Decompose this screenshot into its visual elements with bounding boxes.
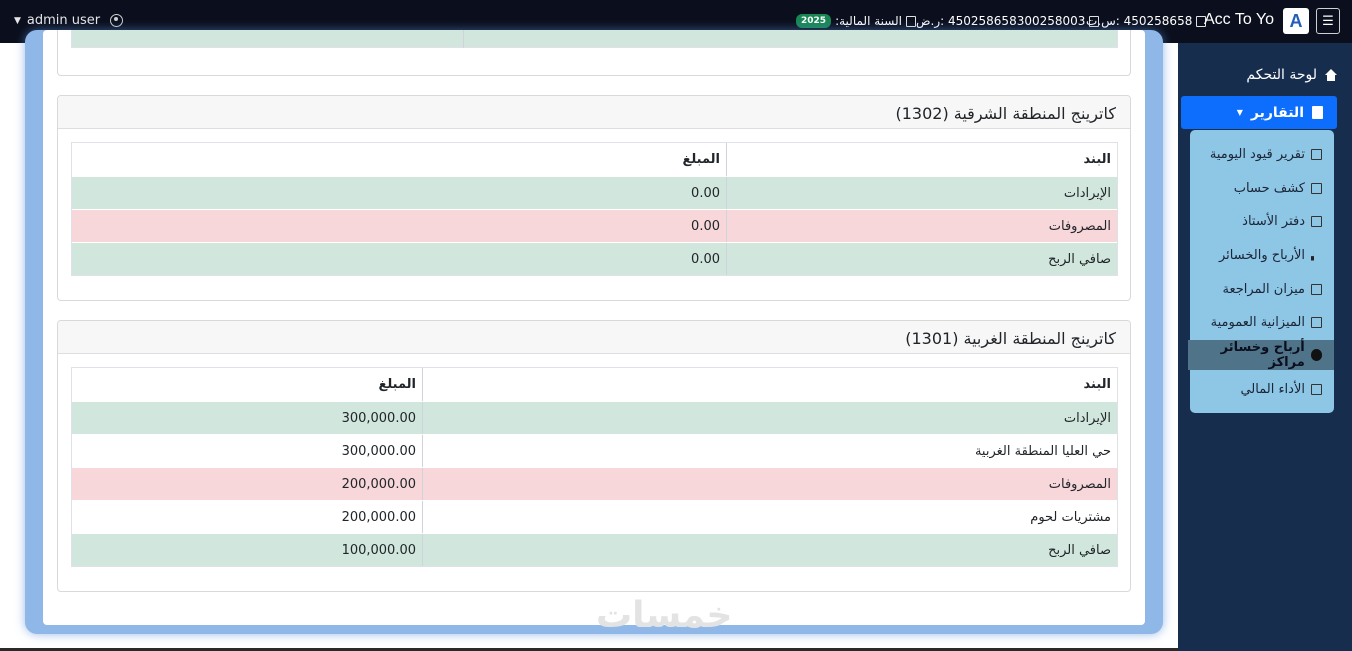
app-logo[interactable]: A <box>1283 8 1309 34</box>
commercial-register-info: 450258658300258003 :ر.ض <box>916 14 1100 28</box>
submenu-item-label: ميزان المراجعة <box>1222 281 1305 297</box>
sidebar-item-dashboard[interactable]: لوحة التحكم <box>1246 67 1337 83</box>
row-amount: 100,000.00 <box>341 542 416 558</box>
table-header-row: البند المبلغ <box>72 368 1117 401</box>
row-item: صافي الربح <box>422 534 1117 566</box>
user-menu[interactable]: ▼ admin user <box>14 13 124 28</box>
table-header-row: البند المبلغ <box>72 143 1117 176</box>
submenu-item-label: الأرباح والخسائر <box>1219 247 1305 263</box>
home-icon <box>1325 69 1337 81</box>
column-header-amount: المبلغ <box>378 377 416 392</box>
fiscal-year-info: السنة المالية: 2025 <box>796 14 916 28</box>
row-amount: 0.00 <box>691 185 720 201</box>
row-item: المصروفات <box>422 468 1117 500</box>
table-row: صافي الربح 0.00 <box>72 242 1117 275</box>
row-amount: 200,000.00 <box>341 476 416 492</box>
sidebar: لوحة التحكم التقارير ▼ تقرير قيود اليومي… <box>1178 43 1352 651</box>
commercial-register: 450258658300258003 :ر.ض <box>916 14 1086 28</box>
card-title: كاترينج المنطقة الغربية (1301) <box>58 321 1130 354</box>
column-header-item: البند <box>422 368 1117 401</box>
table-row: الإيرادات 300,000.00 <box>72 401 1117 434</box>
row-amount: 200,000.00 <box>341 509 416 525</box>
row-item: الإيرادات <box>726 177 1117 209</box>
column-header-amount: المبلغ <box>682 152 720 167</box>
table-row: حي العليا المنطقة الغربية 300,000.00 <box>72 434 1117 467</box>
building-icon <box>1089 15 1100 27</box>
cost-center-card-west: كاترينج المنطقة الغربية (1301) البند الم… <box>57 320 1131 592</box>
submenu-item-cost-center-profit-loss[interactable]: أرباح وخسائر مراكز <box>1188 340 1334 370</box>
file-chart-icon <box>1312 106 1323 119</box>
submenu-item-balance-sheet[interactable]: الميزانية العمومية <box>1190 307 1334 337</box>
clipboard-chart-icon <box>1311 316 1322 328</box>
table-row: المصروفات 0.00 <box>72 209 1117 242</box>
bar-chart-icon <box>1311 249 1315 261</box>
row-amount: 0.00 <box>691 251 720 267</box>
line-chart-icon <box>1311 383 1322 395</box>
sidebar-item-reports[interactable]: التقارير ▼ <box>1181 96 1337 129</box>
previous-card-fragment <box>57 30 1131 76</box>
submenu-item-journal-report[interactable]: تقرير قيود اليومية <box>1190 139 1334 169</box>
fiscal-year-label: السنة المالية: <box>835 14 902 28</box>
submenu-item-account-statement[interactable]: كشف حساب <box>1190 173 1334 203</box>
reports-submenu: تقرير قيود اليومية كشف حساب دفتر الأستاذ… <box>1188 130 1334 413</box>
submenu-item-ledger[interactable]: دفتر الأستاذ <box>1190 206 1334 236</box>
submenu-item-financial-performance[interactable]: الأداء المالي <box>1190 374 1334 404</box>
table-row: الإيرادات 0.00 <box>72 176 1117 209</box>
column-header-item: البند <box>726 143 1117 176</box>
card-title: كاترينج المنطقة الشرقية (1302) <box>58 96 1130 129</box>
submenu-item-label: دفتر الأستاذ <box>1242 213 1305 229</box>
fiscal-year-badge: 2025 <box>796 14 832 28</box>
cost-center-card-east: كاترينج المنطقة الشرقية (1302) البند الم… <box>57 95 1131 301</box>
table-row <box>71 30 1118 48</box>
journal-icon <box>1311 148 1322 160</box>
caret-down-icon: ▼ <box>1236 108 1243 117</box>
submenu-item-label: أرباح وخسائر مراكز <box>1220 340 1305 370</box>
caret-down-icon: ▼ <box>14 15 21 26</box>
user-name: admin user <box>26 13 101 28</box>
cost-center-table: البند المبلغ الإيرادات 300,000.00 حي الع… <box>71 367 1118 567</box>
document-icon <box>1311 182 1322 194</box>
cost-center-table: البند المبلغ الإيرادات 0.00 المصروفات 0.… <box>71 142 1118 276</box>
row-amount: 0.00 <box>691 218 720 234</box>
submenu-item-label: كشف حساب <box>1233 180 1305 196</box>
row-item: مشتريات لحوم <box>422 501 1117 533</box>
submenu-item-label: الميزانية العمومية <box>1210 314 1305 330</box>
tax-number: 450258658 :س.ت <box>1086 14 1193 28</box>
sidebar-item-label: التقارير <box>1250 104 1304 121</box>
pie-chart-icon <box>1310 349 1322 361</box>
sidebar-item-label: لوحة التحكم <box>1246 67 1317 83</box>
row-item: المصروفات <box>726 210 1117 242</box>
submenu-item-label: الأداء المالي <box>1240 381 1305 397</box>
submenu-item-profit-loss[interactable]: الأرباح والخسائر <box>1190 240 1334 270</box>
table-row: صافي الربح 100,000.00 <box>72 533 1117 566</box>
table-row: مشتريات لحوم 200,000.00 <box>72 500 1117 533</box>
calendar-icon <box>905 15 916 27</box>
row-item: الإيرادات <box>422 402 1117 434</box>
sidebar-toggle-button[interactable]: ☰ <box>1316 8 1340 34</box>
row-amount: 300,000.00 <box>341 410 416 426</box>
row-item: حي العليا المنطقة الغربية <box>422 435 1117 467</box>
table-row: المصروفات 200,000.00 <box>72 467 1117 500</box>
list-icon <box>1311 283 1322 295</box>
hamburger-icon: ☰ <box>1322 13 1334 29</box>
book-icon <box>1311 215 1322 227</box>
watermark: خمسات <box>596 595 733 636</box>
tax-number-info: 450258658 :س.ت <box>1086 14 1207 28</box>
submenu-item-trial-balance[interactable]: ميزان المراجعة <box>1190 274 1334 304</box>
submenu-item-label: تقرير قيود اليومية <box>1209 146 1305 162</box>
brand-name[interactable]: Acc To Yo <box>1204 11 1274 29</box>
user-circle-icon <box>110 14 124 27</box>
row-item: صافي الربح <box>726 243 1117 275</box>
row-amount: 300,000.00 <box>341 443 416 459</box>
